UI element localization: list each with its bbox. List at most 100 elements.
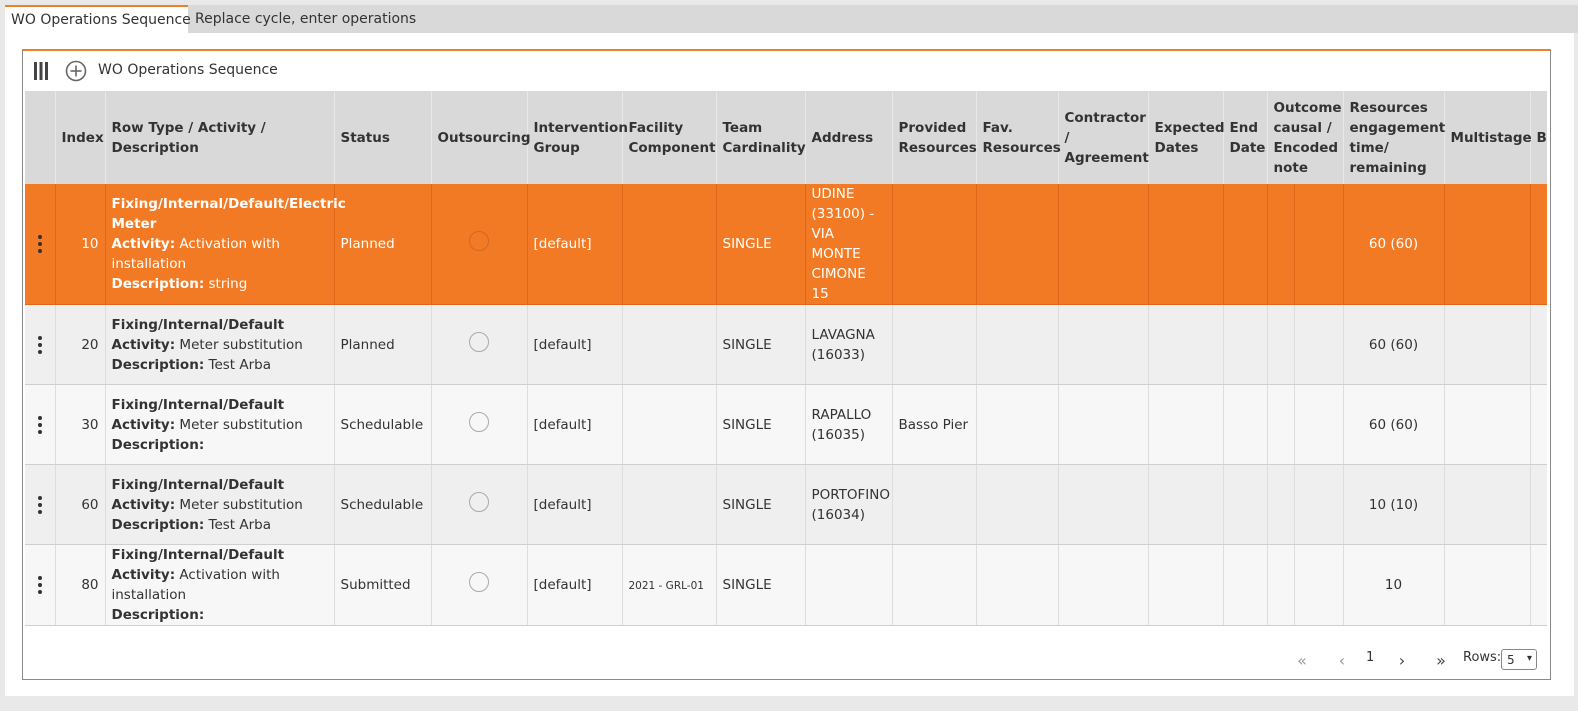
column-header-expected-dates[interactable]: Expected Dates	[1148, 91, 1225, 184]
row-outsourcing-cell	[431, 184, 528, 305]
tab-replace-cycle[interactable]: Replace cycle, enter operations	[189, 5, 422, 33]
rows-per-page-select[interactable]: 5 ▾	[1501, 649, 1537, 670]
more-vertical-icon[interactable]	[31, 335, 49, 354]
row-menu-cell[interactable]	[25, 304, 56, 385]
row-type-cell: Fixing/Internal/Default Activity: Meter …	[105, 464, 335, 545]
column-header-contractor[interactable]: Contractor / Agreement	[1058, 91, 1149, 184]
row-menu-cell[interactable]	[25, 464, 56, 545]
row-expected-dates	[1148, 464, 1224, 545]
column-header-facility-component[interactable]: Facility Component	[622, 91, 717, 184]
row-fav-resources	[976, 384, 1059, 465]
row-bu-id	[1530, 304, 1547, 385]
row-bu-id	[1530, 464, 1547, 545]
row-multistage	[1444, 384, 1531, 465]
row-fav-resources	[976, 544, 1059, 626]
row-bu-id	[1530, 544, 1547, 626]
row-address: UDINE (33100) - VIA MONTE CIMONE 15	[805, 184, 893, 305]
columns-icon[interactable]	[33, 61, 49, 81]
row-intervention-group: [default]	[527, 464, 623, 545]
row-provided-resources: Basso Pier	[892, 384, 977, 465]
outsourcing-radio[interactable]	[469, 331, 489, 352]
outsourcing-radio[interactable]	[469, 231, 489, 251]
row-engagement: 60 (60)	[1343, 304, 1445, 385]
more-vertical-icon[interactable]	[31, 415, 49, 434]
current-page[interactable]: 1	[1366, 650, 1374, 665]
prev-page-icon[interactable]: ‹	[1332, 649, 1352, 671]
row-encoded-note	[1294, 384, 1344, 465]
toolbar-title: WO Operations Sequence	[98, 62, 278, 78]
row-expected-dates	[1148, 304, 1224, 385]
row-end-date	[1223, 384, 1268, 465]
more-vertical-icon[interactable]	[31, 576, 49, 594]
column-header-intervention-group[interactable]: Intervention Group	[527, 91, 628, 184]
row-menu-cell[interactable]	[25, 544, 56, 626]
row-outcome-causal	[1267, 184, 1295, 305]
activity-label: Activity:	[111, 416, 176, 433]
description-label: Description:	[111, 356, 205, 373]
column-header-team-cardinality[interactable]: Team Cardinality	[716, 91, 806, 184]
column-header-provided-resources[interactable]: Provided Resources	[892, 91, 977, 184]
table-row[interactable]: 80 Fixing/Internal/Default Activity: Act…	[25, 544, 1547, 626]
row-contractor	[1058, 184, 1149, 305]
outsourcing-radio[interactable]	[469, 411, 489, 432]
row-expected-dates	[1148, 384, 1224, 465]
row-address: RAPALLO (16035)	[805, 384, 893, 465]
activity-label: Activity:	[111, 496, 176, 513]
table-row[interactable]: 20 Fixing/Internal/Default Activity: Met…	[25, 304, 1547, 385]
row-outcome-causal	[1267, 464, 1295, 545]
column-header-fav-resources[interactable]: Fav. Resources	[976, 91, 1061, 184]
row-outcome-causal	[1267, 544, 1295, 626]
column-header-index[interactable]: Index	[55, 91, 106, 184]
column-header-bu-id[interactable]: Bu Id	[1530, 91, 1547, 184]
row-menu-cell[interactable]	[25, 384, 56, 465]
row-address	[805, 544, 893, 626]
row-status: Schedulable	[334, 384, 432, 465]
row-expected-dates	[1148, 184, 1224, 305]
row-fav-resources	[976, 184, 1059, 305]
row-engagement: 60 (60)	[1343, 384, 1445, 465]
row-menu-cell[interactable]	[25, 184, 56, 305]
row-type: Fixing/Internal/Default	[111, 476, 285, 493]
activity-label: Activity:	[111, 336, 176, 353]
row-type-cell: Fixing/Internal/Default Activity: Meter …	[105, 304, 335, 385]
column-header-outcome[interactable]: Outcome causal / Encoded note	[1267, 91, 1344, 184]
row-intervention-group: [default]	[527, 384, 623, 465]
row-type-cell: Fixing/Internal/Default Activity: Meter …	[105, 384, 335, 465]
row-outcome-causal	[1267, 304, 1295, 385]
row-facility-component-cell	[622, 304, 717, 385]
column-header-row-type[interactable]: Row Type / Activity / Description	[105, 91, 335, 184]
row-type: Fixing/Internal/Default	[111, 316, 285, 333]
column-header-multistage[interactable]: Multistage	[1444, 91, 1532, 184]
row-contractor	[1058, 544, 1149, 626]
row-type-cell: Fixing/Internal/Default Activity: Activa…	[105, 544, 335, 626]
row-multistage	[1444, 184, 1531, 305]
more-vertical-icon[interactable]	[31, 495, 49, 514]
row-type-cell: Fixing/Internal/Default/Electric Meter A…	[105, 184, 346, 305]
table-row[interactable]: 30 Fixing/Internal/Default Activity: Met…	[25, 384, 1547, 465]
row-encoded-note	[1294, 544, 1344, 626]
column-header-outsourcing[interactable]: Outsourcing	[431, 91, 531, 184]
row-end-date	[1223, 464, 1268, 545]
last-page-icon[interactable]: »	[1431, 649, 1451, 671]
column-header-address[interactable]: Address	[805, 91, 893, 184]
more-vertical-icon[interactable]	[31, 235, 49, 253]
column-header-end-date[interactable]: End Date	[1223, 91, 1268, 184]
table-row[interactable]: 60 Fixing/Internal/Default Activity: Met…	[25, 464, 1547, 545]
rows-per-page-value: 5	[1507, 652, 1515, 667]
tab-wo-operations-sequence[interactable]: WO Operations Sequence	[5, 5, 191, 33]
outsourcing-radio[interactable]	[469, 572, 489, 592]
column-header-status[interactable]: Status	[334, 91, 432, 184]
row-address: PORTOFINO (16034)	[805, 464, 893, 545]
row-bu-id	[1530, 384, 1547, 465]
first-page-icon[interactable]: «	[1292, 649, 1312, 671]
row-status: Submitted	[334, 544, 432, 626]
next-page-icon[interactable]: ›	[1392, 649, 1412, 671]
column-header-engagement[interactable]: Resources engagement time/ remaining	[1343, 91, 1445, 184]
description-label: Description:	[111, 607, 205, 623]
table-row[interactable]: 10 Fixing/Internal/Default/Electric Mete…	[25, 184, 1547, 305]
row-team-cardinality: SINGLE	[716, 304, 806, 385]
row-facility-component-cell: 2021 - GRL-01	[622, 544, 717, 626]
row-type: Fixing/Internal/Default	[111, 547, 285, 563]
plus-circle-icon[interactable]	[65, 60, 87, 82]
outsourcing-radio[interactable]	[469, 491, 489, 512]
